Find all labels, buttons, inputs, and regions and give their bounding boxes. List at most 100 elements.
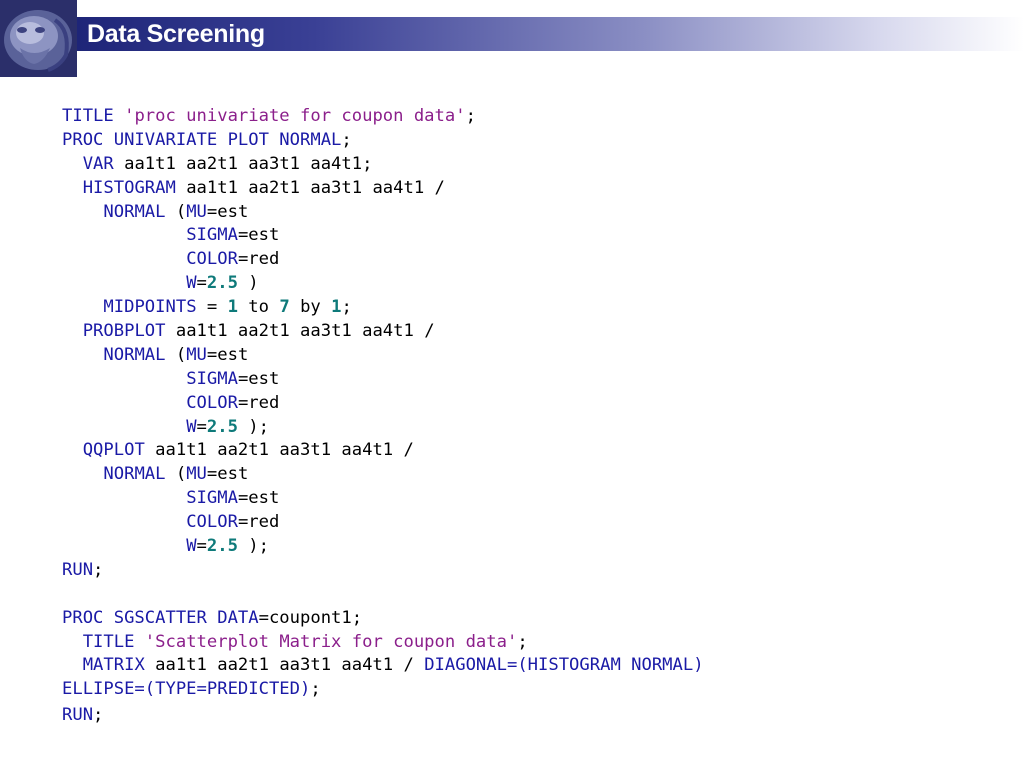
code-line: PROC SGSCATTER DATA=coupont1; — [62, 607, 704, 631]
code-token: aa1t1 aa2t1 aa3t1 aa4t1 / — [144, 655, 425, 676]
code-token: =est — [237, 488, 280, 509]
code-token: QQPLOT — [82, 440, 145, 461]
code-token: 1 — [227, 297, 238, 318]
code-token: MU — [186, 464, 207, 485]
title-bar: Data Screening — [77, 17, 1024, 51]
code-token: RUN — [62, 559, 94, 580]
code-token: MU — [186, 344, 207, 365]
code-token: =red — [237, 392, 280, 413]
code-line: W=2.5 ); — [62, 535, 704, 559]
code-token: ; — [93, 705, 104, 726]
code-line: TITLE 'proc univariate for coupon data'; — [62, 105, 704, 129]
code-line: PROC UNIVARIATE PLOT NORMAL; — [62, 129, 704, 153]
code-line: SIGMA=est — [62, 368, 704, 392]
code-token: ; — [517, 631, 528, 652]
code-line: SIGMA=est — [62, 487, 704, 511]
code-token: ; — [310, 679, 321, 700]
code-token: COLOR — [186, 512, 238, 533]
code-token: NORMAL — [103, 464, 166, 485]
code-line: NORMAL (MU=est — [62, 344, 704, 368]
code-token: ) — [237, 273, 259, 294]
code-token: TITLE — [62, 106, 125, 126]
code-token: 2.5 — [206, 273, 238, 294]
code-token: NORMAL — [103, 201, 166, 222]
code-token: COLOR — [186, 249, 238, 270]
code-token: PROC SGSCATTER DATA — [62, 607, 259, 628]
code-token: aa1t1 aa2t1 aa3t1 aa4t1 / — [175, 177, 445, 198]
code-token: ( — [165, 344, 187, 365]
code-token: ); — [237, 536, 269, 557]
code-line: NORMAL (MU=est — [62, 201, 704, 225]
code-token: =red — [237, 249, 280, 270]
code-token: = — [196, 416, 207, 437]
code-token: W — [186, 273, 197, 294]
code-token: SIGMA — [186, 488, 238, 509]
code-line: ELLIPSE=(TYPE=PREDICTED); — [62, 678, 704, 702]
code-line: RUN; — [62, 704, 704, 728]
lion-shrine-logo — [0, 0, 77, 77]
code-token: to — [237, 297, 280, 318]
slide-title: Data Screening — [87, 20, 265, 48]
code-line: RUN; — [62, 559, 704, 583]
code-token: HISTOGRAM — [82, 177, 176, 198]
code-token: aa1t1 aa2t1 aa3t1 aa4t1; — [113, 153, 373, 174]
code-token: NORMAL — [103, 344, 166, 365]
code-token: 'proc univariate for coupon data' — [124, 106, 466, 126]
code-line: VAR aa1t1 aa2t1 aa3t1 aa4t1; — [62, 153, 704, 177]
code-token: MIDPOINTS — [103, 297, 197, 318]
code-token: RUN — [62, 705, 94, 726]
code-line: MIDPOINTS = 1 to 7 by 1; — [62, 296, 704, 320]
code-token: ; — [465, 106, 476, 126]
code-token: ); — [237, 416, 269, 437]
code-token: ( — [165, 201, 187, 222]
code-token: =est — [206, 201, 249, 222]
code-line: PROBPLOT aa1t1 aa2t1 aa3t1 aa4t1 / — [62, 320, 704, 344]
code-token: by — [289, 297, 332, 318]
code-line: NORMAL (MU=est — [62, 463, 704, 487]
code-line: COLOR=red — [62, 511, 704, 535]
code-token: PROBPLOT — [82, 321, 166, 342]
code-token: = — [196, 297, 228, 318]
code-token: MATRIX — [82, 655, 145, 676]
code-token: DIAGONAL=(HISTOGRAM NORMAL) — [424, 655, 704, 676]
code-token: 2.5 — [206, 416, 238, 437]
code-line: W=2.5 ); — [62, 416, 704, 440]
code-line: MATRIX aa1t1 aa2t1 aa3t1 aa4t1 / DIAGONA… — [62, 654, 704, 678]
code-token: =est — [206, 464, 249, 485]
code-token: aa1t1 aa2t1 aa3t1 aa4t1 / — [144, 440, 414, 461]
code-line: COLOR=red — [62, 248, 704, 272]
lion-icon — [0, 0, 77, 77]
code-token: SIGMA — [186, 225, 238, 246]
sas-code-block: TITLE 'proc univariate for coupon data';… — [62, 105, 704, 728]
code-token: W — [186, 416, 197, 437]
code-token: COLOR — [186, 392, 238, 413]
code-token: ; — [93, 559, 104, 580]
code-token: PROC UNIVARIATE PLOT NORMAL — [62, 129, 342, 150]
code-token: ELLIPSE=(TYPE=PREDICTED) — [62, 679, 311, 700]
code-token: 7 — [279, 297, 290, 318]
code-token: ; — [341, 129, 352, 150]
code-token: = — [196, 536, 207, 557]
code-token: 'Scatterplot Matrix for coupon data' — [144, 631, 518, 652]
code-token: aa1t1 aa2t1 aa3t1 aa4t1 / — [165, 321, 435, 342]
code-token: =coupont1; — [258, 607, 363, 628]
code-token: VAR — [82, 153, 114, 174]
code-token: =red — [237, 512, 280, 533]
